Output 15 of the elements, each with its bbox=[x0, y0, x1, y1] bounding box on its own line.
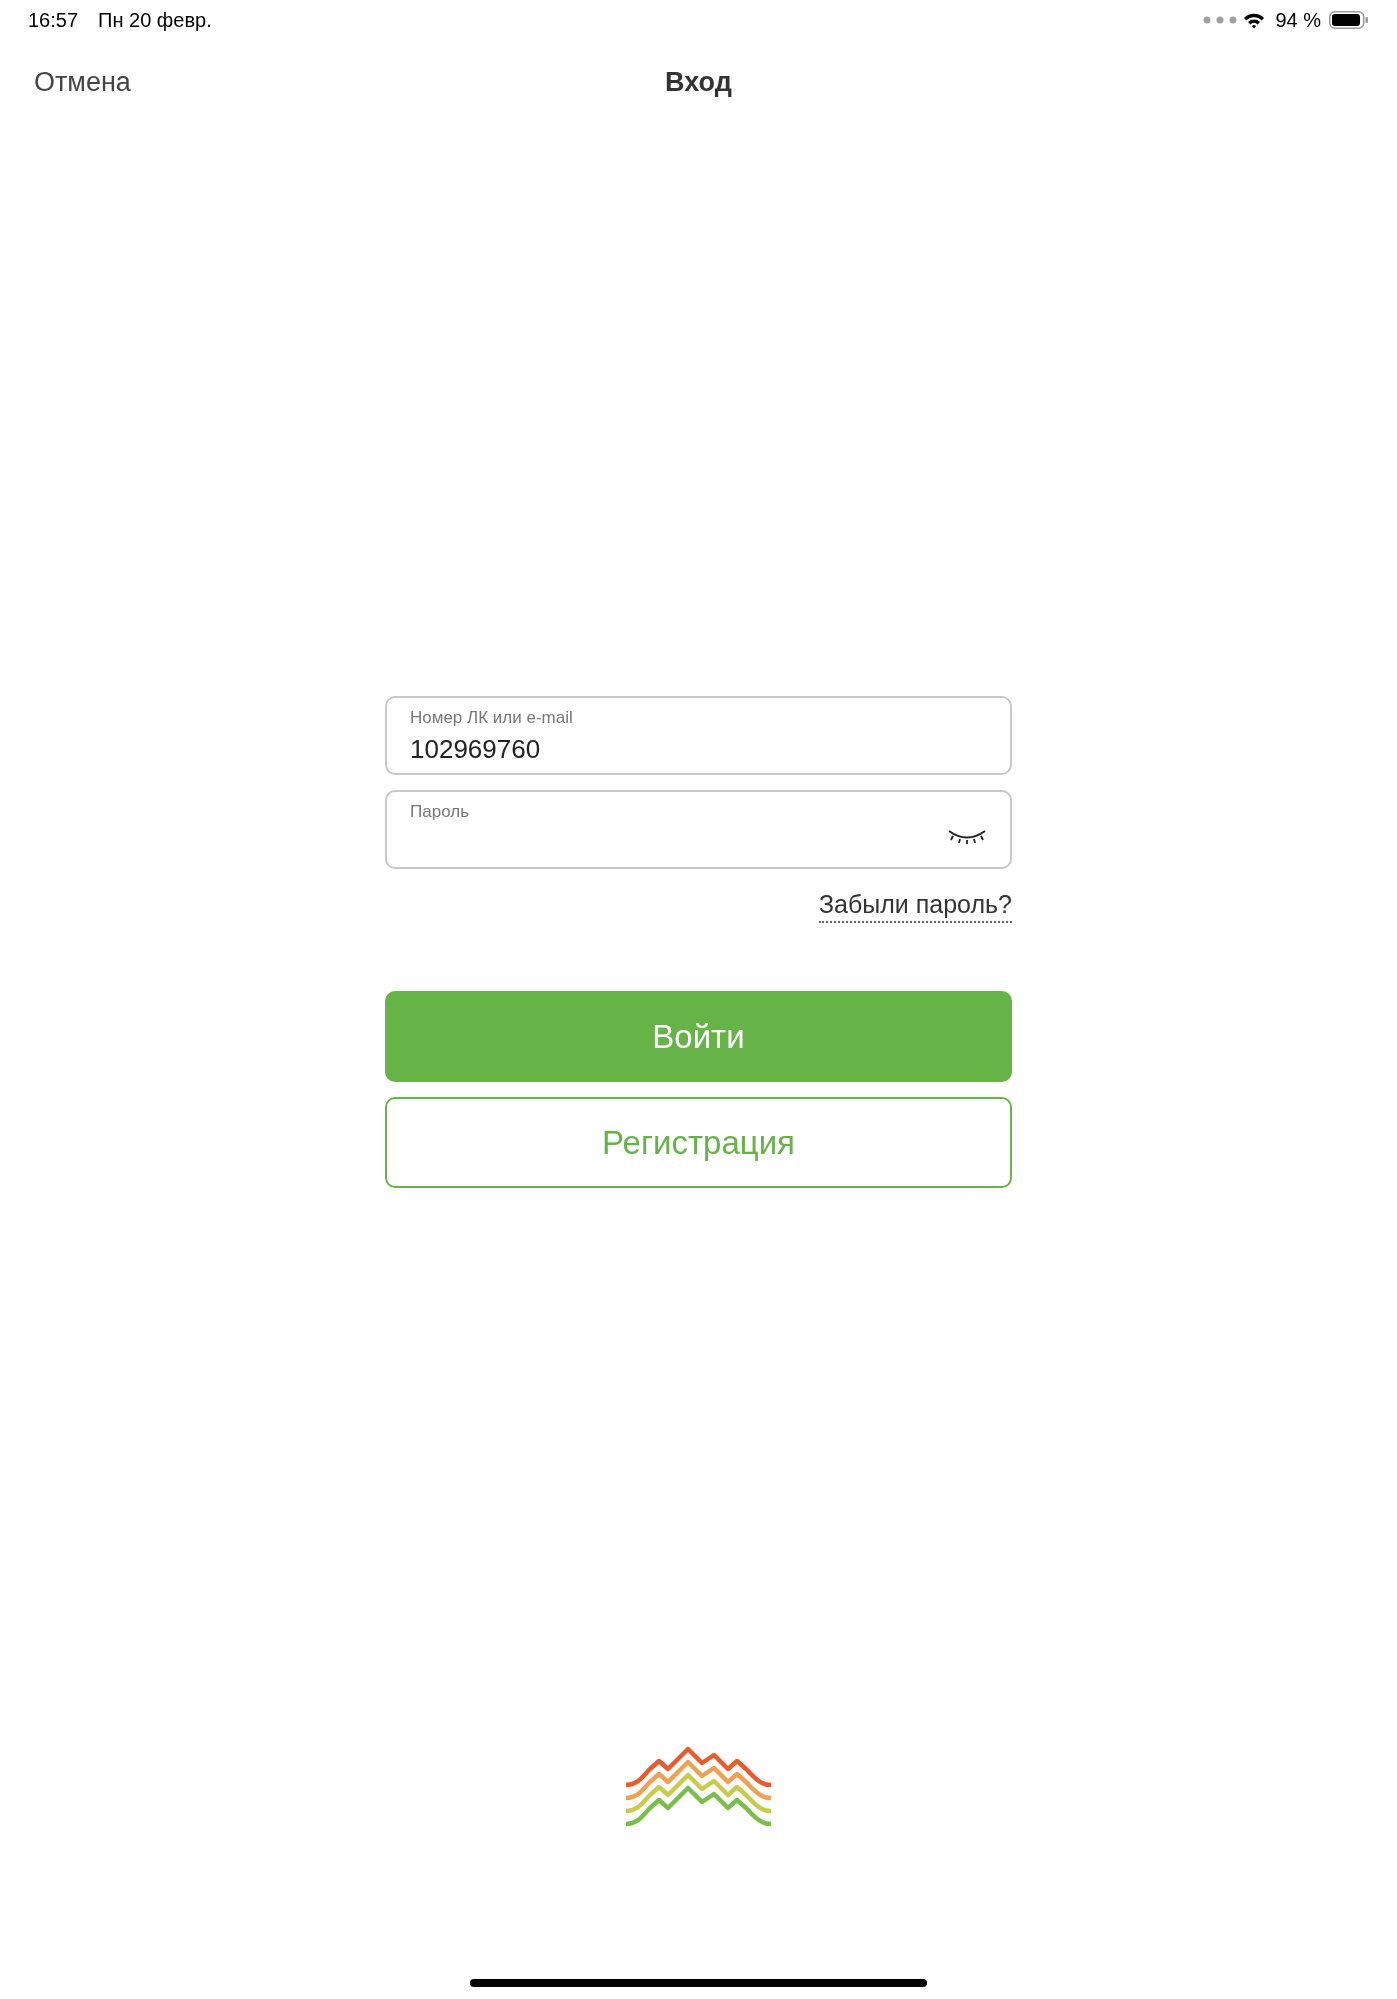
cancel-button[interactable]: Отмена bbox=[34, 67, 131, 98]
field-label: Пароль bbox=[410, 802, 469, 822]
password-field[interactable]: Пароль bbox=[385, 790, 1012, 869]
more-icon[interactable] bbox=[1203, 16, 1238, 24]
field-label: Номер ЛК или e-mail bbox=[410, 708, 573, 728]
login-field[interactable]: Номер ЛК или e-mail 102969760 bbox=[385, 696, 1012, 775]
battery-icon bbox=[1329, 11, 1369, 29]
battery-percent: 94 % bbox=[1275, 8, 1321, 32]
forgot-password-link[interactable]: Забыли пароль? bbox=[819, 890, 1012, 923]
wifi-icon bbox=[1243, 11, 1266, 29]
status-time: 16:57 bbox=[28, 8, 79, 32]
screen-title: Вход bbox=[665, 67, 732, 98]
closed-eye-icon[interactable] bbox=[947, 828, 987, 846]
field-value: 102969760 bbox=[410, 734, 542, 765]
status-date: Пн 20 февр. bbox=[98, 8, 213, 32]
